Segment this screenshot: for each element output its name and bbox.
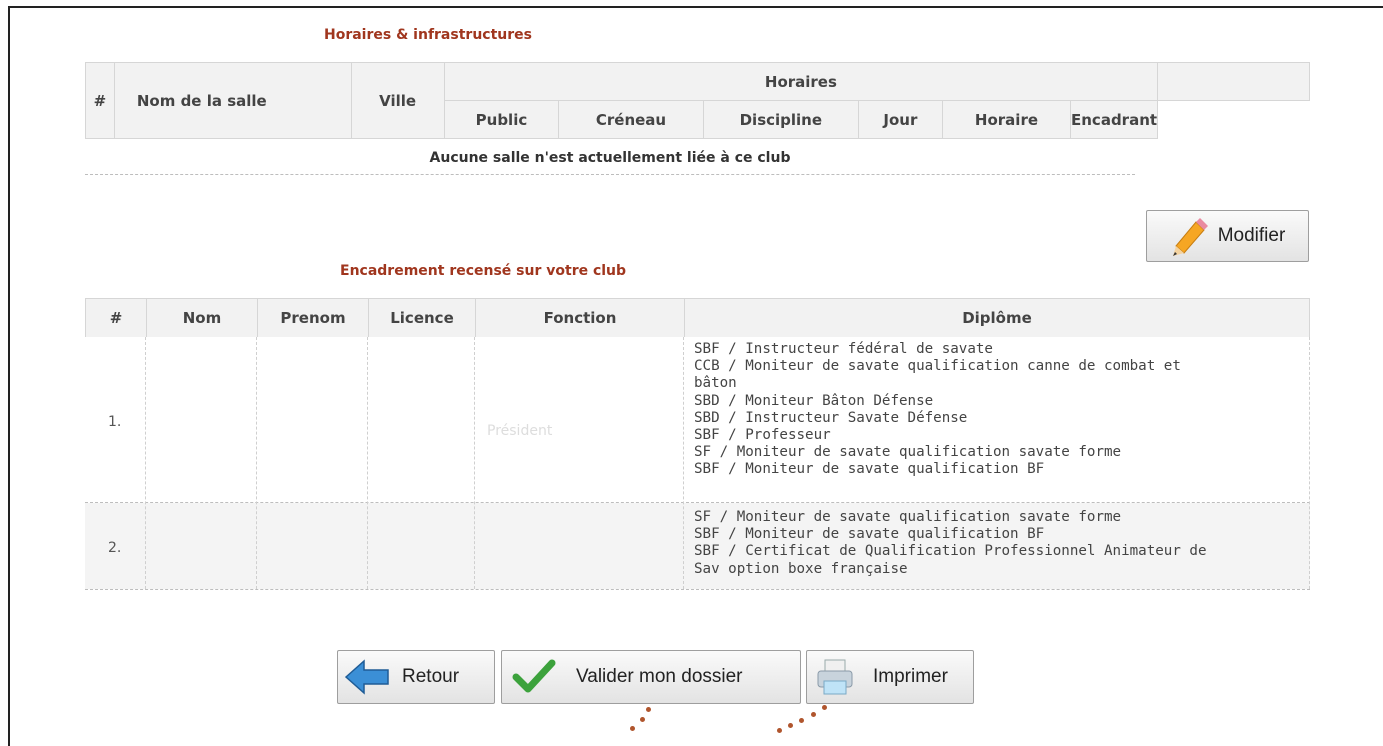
diplome-item: SF / Moniteur de savate qualification sa… — [694, 509, 1122, 525]
col-separator — [256, 337, 257, 589]
pencil-icon — [1170, 216, 1208, 256]
retour-button[interactable]: Retour — [337, 650, 495, 704]
col-separator — [1309, 337, 1310, 589]
modify-button-label: Modifier — [1217, 225, 1286, 246]
col-separator — [367, 337, 368, 589]
col-horaire: Horaire — [941, 100, 1072, 139]
diplome-item: SBF / Moniteur de savate qualification B… — [694, 461, 1045, 478]
col-encadrant: Encadrant — [1069, 100, 1159, 139]
section-title-encadrement: Encadrement recensé sur votre club — [340, 263, 627, 279]
row-diplomes: SF / Moniteur de savate qualification sa… — [694, 509, 1207, 578]
row-number: 2. — [108, 540, 122, 556]
valider-button[interactable]: Valider mon dossier — [501, 650, 801, 704]
arrow-left-icon — [344, 658, 390, 696]
table-row: 2. SF / Moniteur de savate qualification… — [85, 503, 1310, 589]
diplome-item: SBF / Instructeur fédéral de savate — [694, 341, 993, 357]
col-nom-salle: Nom de la salle — [113, 62, 352, 139]
imprimer-button-label: Imprimer — [873, 666, 948, 687]
empty-salle-message: Aucune salle n'est actuellement liée à c… — [429, 150, 791, 166]
checkmark-icon — [512, 659, 556, 695]
table-row: 1. Président SBF / Instructeur fédéral d… — [85, 337, 1310, 503]
printer-icon — [815, 657, 855, 697]
row-fonction: Président — [487, 423, 553, 439]
col-discipline: Discipline — [702, 100, 859, 139]
col-horaires-group: Horaires — [443, 62, 1159, 101]
row-divider — [85, 589, 1310, 590]
diplome-item: CCB / Moniteur de savate qualification c… — [694, 358, 1181, 375]
col-nom: Nom — [146, 298, 258, 338]
col-diplome: Diplôme — [684, 298, 1310, 338]
col-jour: Jour — [857, 100, 943, 139]
horaires-table: # Nom de la salle Ville Horaires Public … — [85, 62, 1310, 139]
valider-button-label: Valider mon dossier — [576, 666, 743, 687]
diplome-item: SBD / Moniteur Bâton Défense — [694, 392, 934, 409]
col-prenom: Prenom — [257, 298, 369, 338]
col-num: # — [85, 62, 115, 139]
col-num: # — [85, 298, 147, 338]
imprimer-button[interactable]: Imprimer — [806, 650, 974, 704]
col-ville: Ville — [350, 62, 445, 139]
row-diplomes: SBF / Instructeur fédéral de savate CCB … — [694, 341, 1181, 479]
retour-button-label: Retour — [402, 666, 460, 687]
encadrement-header: # Nom Prenom Licence Fonction Diplôme — [85, 298, 1310, 338]
diplome-item: SBD / Instructeur Savate Défense — [694, 409, 968, 426]
diplome-item: SBF / Professeur — [694, 427, 831, 444]
col-creneau: Créneau — [558, 100, 704, 139]
col-fonction: Fonction — [475, 298, 685, 338]
diplome-item: SF / Moniteur de savate qualification sa… — [694, 444, 1122, 461]
col-separator — [145, 337, 146, 589]
col-public: Public — [443, 100, 560, 139]
diplome-item: bâton — [694, 375, 737, 392]
col-separator — [683, 337, 684, 589]
diplome-item: SBF / Moniteur de savate qualification B… — [694, 526, 1045, 543]
col-encadrant-top — [1157, 62, 1310, 101]
diplome-item: Sav option boxe française — [694, 560, 908, 577]
diplome-item: SBF / Certificat de Qualification Profes… — [694, 543, 1207, 560]
section-title-horaires: Horaires & infrastructures — [324, 27, 532, 43]
col-separator — [474, 337, 475, 589]
modify-button[interactable]: Modifier — [1146, 210, 1309, 262]
row-number: 1. — [108, 414, 122, 430]
divider — [85, 174, 1135, 175]
col-licence: Licence — [368, 298, 476, 338]
